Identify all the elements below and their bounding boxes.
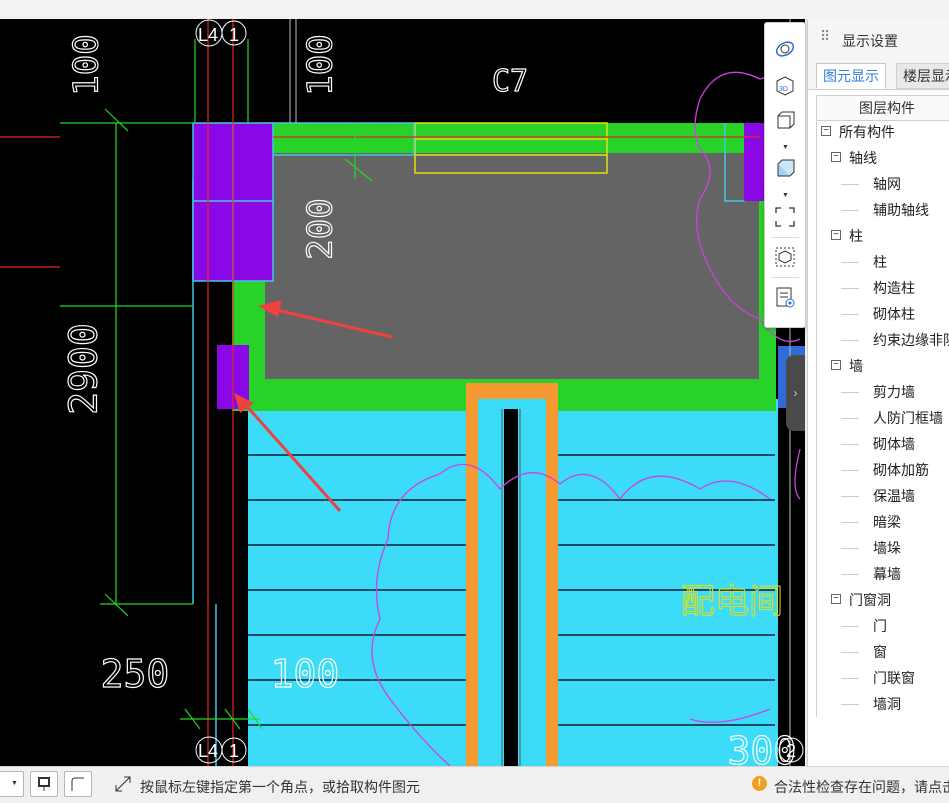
tree-item-label: 砌体加筋	[873, 462, 929, 478]
tree-item-label: 柱	[849, 228, 863, 244]
door-frame	[466, 383, 558, 766]
window-tag: C7	[492, 64, 528, 99]
drag-grip-icon[interactable]: ⠿	[820, 28, 830, 45]
collapse-toggle-icon[interactable]: −	[831, 230, 841, 240]
axis-label-1-top: 1	[229, 25, 239, 45]
collapse-toggle-icon[interactable]: −	[831, 594, 841, 604]
dim-top-left: 100	[67, 34, 107, 95]
validation-warning-link[interactable]: 合法性检查存在问题，请点击查看	[774, 777, 949, 797]
room-name: 配电间	[681, 582, 783, 622]
tree-item-label: 暗梁	[873, 514, 901, 530]
screen-select-button[interactable]	[30, 771, 58, 797]
axis-label-l4-top: L4	[198, 25, 218, 45]
axis-label-2-right: 2	[786, 741, 796, 761]
collapse-toggle-icon[interactable]: −	[831, 360, 841, 370]
drawing-canvas[interactable]: 100 100 C7 200 2900 250 100 300 L4 1 L4 …	[0, 19, 805, 766]
display-list-icon[interactable]	[770, 283, 800, 311]
ortho-mode-button[interactable]	[64, 771, 92, 797]
tree-item-label: 轴线	[849, 150, 877, 166]
tree-item-label: 门	[873, 618, 887, 634]
title-strip	[0, 0, 949, 19]
tree-item-label: 辅助轴线	[873, 202, 929, 218]
3d-view-icon[interactable]: 3D	[770, 71, 800, 99]
orbit-icon[interactable]	[770, 35, 800, 63]
warning-icon[interactable]: !	[752, 776, 767, 791]
chevron-down-icon: ▼	[11, 780, 18, 787]
axis-label-1-bottom: 1	[229, 741, 239, 761]
tree-item-label: 墙垛	[873, 540, 901, 556]
tree-column-header: 图层构件	[816, 95, 949, 121]
tree-item-label: 约束边缘非阴影区	[873, 332, 949, 348]
tree-item-label: 墙	[849, 358, 863, 374]
chevron-down-icon[interactable]: ▼	[782, 144, 789, 151]
tree-item-label: 门窗洞	[849, 592, 891, 608]
cube-solid-icon[interactable]	[770, 155, 800, 183]
monitor-icon	[38, 777, 50, 791]
collapse-toggle-icon[interactable]: −	[821, 126, 831, 136]
status-bar: ▼ 按鼠标左键指定第一个角点，或拾取构件图元 ! 合法性检查存在问题，请点击查看	[0, 766, 949, 803]
fit-view-icon[interactable]	[770, 203, 800, 231]
view-toolbar: 3D ▼ ▼	[764, 22, 806, 328]
tree-item-label: 所有构件	[839, 124, 895, 140]
chevron-down-icon[interactable]: ▼	[782, 192, 789, 199]
component-tree[interactable]: −所有构件−轴线轴网辅助轴线−柱柱构造柱砌体柱约束边缘非阴影区−墙剪力墙人防门框…	[816, 119, 949, 717]
status-hint: 按鼠标左键指定第一个角点，或拾取构件图元	[140, 779, 420, 795]
tree-item-label: 幕墙	[873, 566, 901, 582]
tree-item-label: 保温墙	[873, 488, 915, 504]
tree-item-label: 柱	[873, 254, 887, 270]
cube-outline-icon[interactable]	[770, 107, 800, 135]
tree-item-label: 构造柱	[873, 280, 915, 296]
tree-item-label: 墙洞	[873, 696, 901, 712]
tree-item-label: 砌体墙	[873, 436, 915, 452]
collapse-toggle-icon[interactable]: −	[831, 152, 841, 162]
tab-element-display[interactable]: 图元显示	[816, 63, 886, 89]
panel-header: ⠿ 显示设置	[808, 19, 949, 59]
panel-collapse-handle[interactable]: ›	[786, 355, 805, 431]
tab-floor-display[interactable]: 楼层显示	[896, 63, 949, 89]
column-top-right	[744, 123, 766, 201]
tree-item-label: 窗	[873, 644, 887, 660]
isolate-icon[interactable]	[770, 243, 800, 271]
tree-item-label: 门联窗	[873, 670, 915, 686]
cad-drawing[interactable]: 100 100 C7 200 2900 250 100 300 L4 1 L4 …	[0, 19, 805, 766]
dim-bottom-left: 250	[101, 652, 170, 696]
panel-tabs: 图元显示 楼层显示	[808, 59, 949, 90]
dim-wall: 200	[301, 198, 341, 259]
tree-item-label: 砌体柱	[873, 306, 915, 322]
panel-title: 显示设置	[842, 33, 898, 49]
svg-text:3D: 3D	[779, 86, 788, 93]
room-fill	[265, 153, 759, 379]
dim-bottom-mid: 100	[271, 652, 340, 696]
axis-label-l4-bottom: L4	[198, 741, 218, 761]
chevron-right-icon: ›	[793, 386, 798, 400]
dim-height: 2900	[62, 323, 106, 415]
tree-item-label: 剪力墙	[873, 384, 915, 400]
tree-item-label: 人防门框墙	[873, 410, 943, 426]
ortho-icon	[71, 777, 84, 791]
display-settings-panel: ⠿ 显示设置 图元显示 楼层显示 图层构件 −所有构件−轴线轴网辅助轴线−柱柱构…	[807, 19, 949, 766]
corner-select-icon	[115, 776, 131, 792]
tree-item-label: 轴网	[873, 176, 901, 192]
dim-top-mid: 100	[301, 34, 341, 95]
snap-mode-dropdown[interactable]: ▼	[0, 771, 24, 797]
